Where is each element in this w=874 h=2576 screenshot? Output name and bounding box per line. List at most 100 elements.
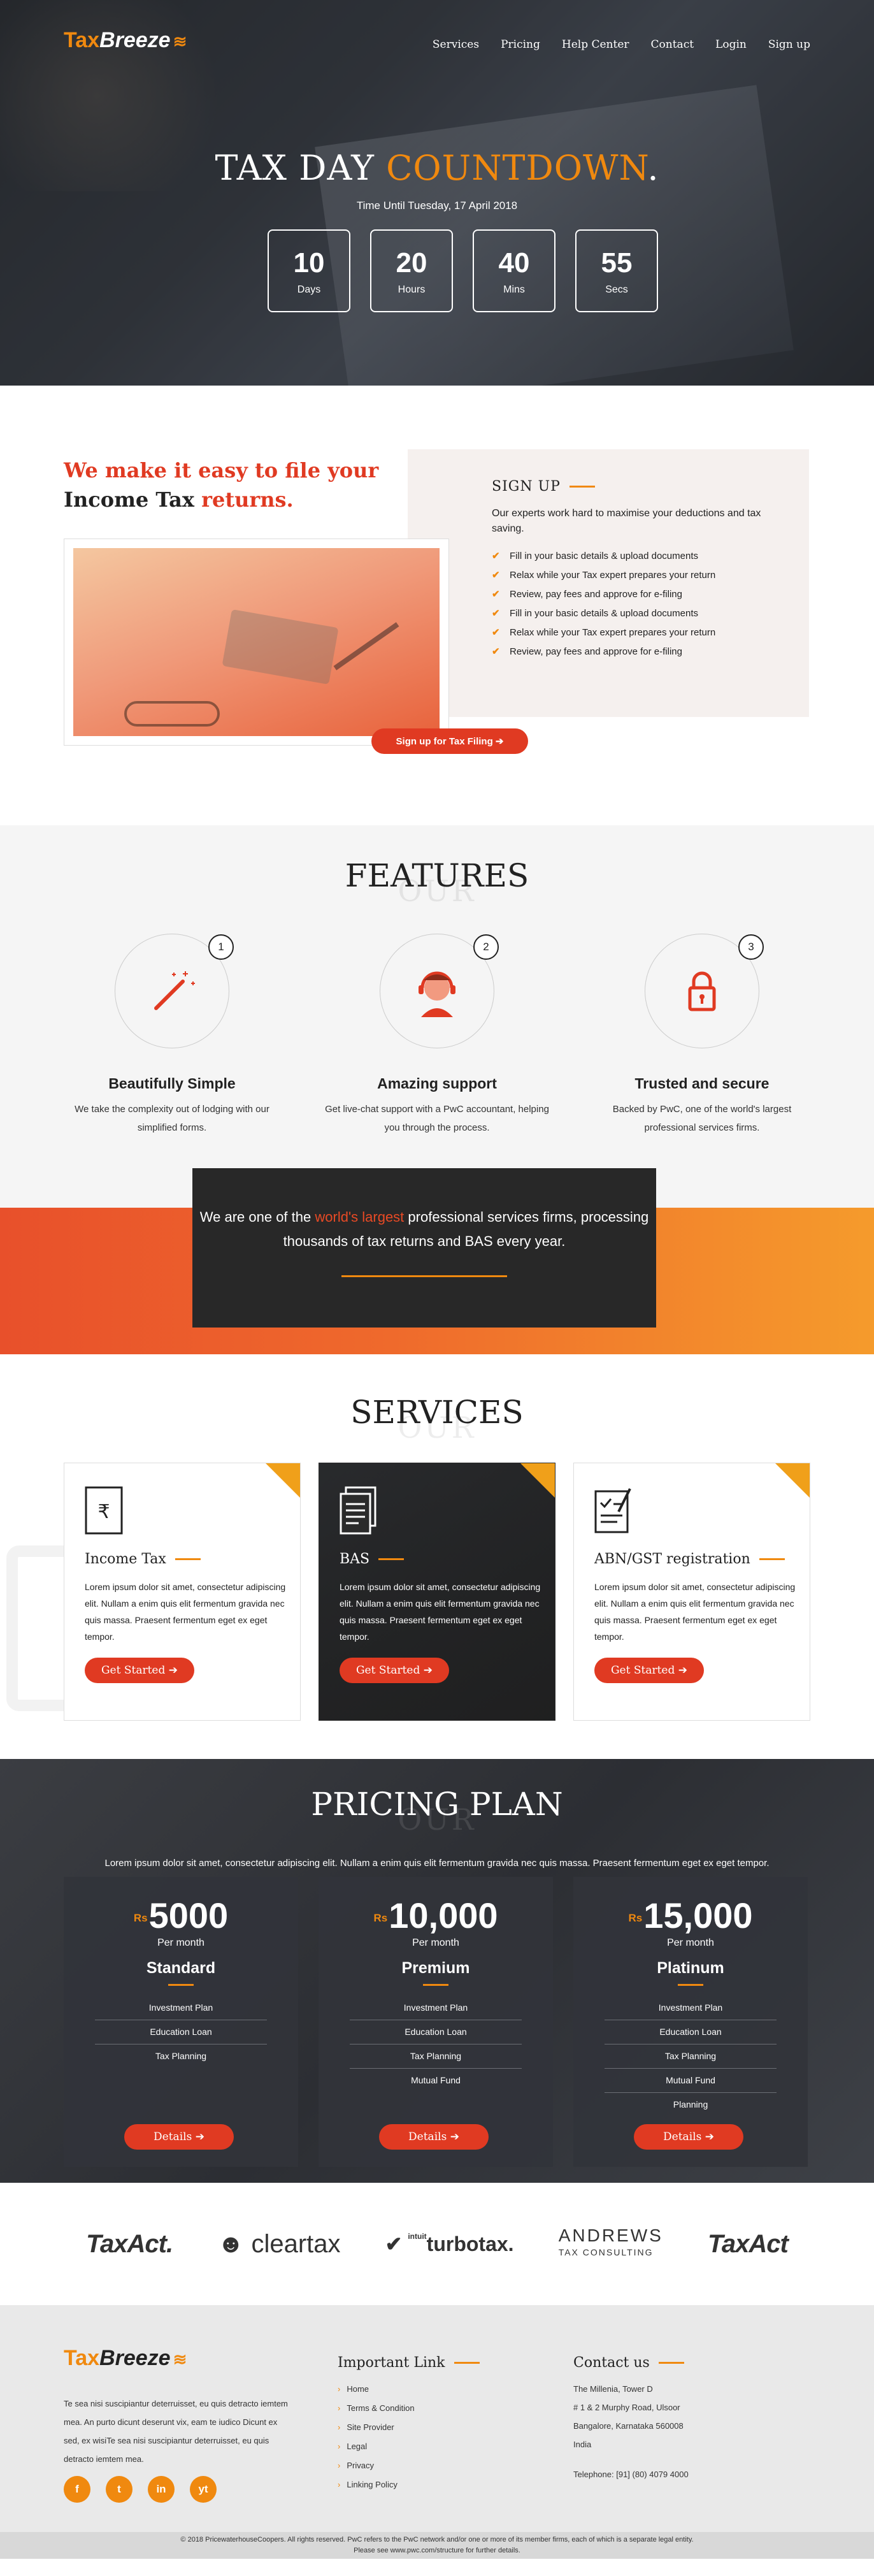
arrow-right-icon: ➔ [423, 1664, 433, 1677]
arrow-right-icon: ➔ [450, 2131, 459, 2143]
signup-title: SIGN UP [492, 479, 809, 495]
svg-text:₹: ₹ [97, 1501, 110, 1523]
get-started-button[interactable]: Get Started ➔ [340, 1658, 449, 1683]
check-icon: ✔ [492, 646, 500, 657]
check-icon: ✔ [492, 627, 500, 638]
stat-box: We are one of the world's largest profes… [192, 1168, 656, 1328]
footer-link-home[interactable]: › Home [338, 2380, 480, 2399]
glasses-image [124, 701, 220, 727]
social-links: f t in yt [64, 2476, 217, 2503]
tax-photo [64, 539, 449, 746]
list-item: ✔ Fill in your basic details & upload doc… [492, 604, 809, 623]
arrow-right-icon: ➔ [705, 2131, 714, 2143]
youtube-icon[interactable]: yt [190, 2476, 217, 2503]
list-item: Education Loan [350, 2020, 522, 2044]
hero-section: TaxBreeze ≋ Services Pricing Help Center … [0, 0, 874, 386]
list-item: ✔ Review, pay fees and approve for e-fili… [492, 642, 809, 662]
list-item: ✔ Fill in your basic details & upload doc… [492, 547, 809, 566]
site-logo[interactable]: TaxBreeze ≋ [64, 28, 187, 53]
plan-standard: Rs5000 Per month Standard Investment Pla… [64, 1877, 298, 2167]
get-started-button[interactable]: Get Started ➔ [594, 1658, 704, 1683]
footer-link-linking-policy[interactable]: › Linking Policy [338, 2475, 480, 2494]
nav-pricing[interactable]: Pricing [501, 38, 540, 51]
nav-services[interactable]: Services [433, 38, 479, 51]
list-item: Tax Planning [155, 2051, 207, 2061]
nav-help-center[interactable]: Help Center [562, 38, 629, 51]
check-icon: ✔ [492, 570, 500, 581]
arrow-right-icon: ➔ [168, 1664, 178, 1677]
support-agent-icon [419, 971, 455, 1017]
countdown-hours: 20 Hours [370, 229, 453, 312]
linkedin-icon[interactable]: in [148, 2476, 175, 2503]
chevron-right-icon: › [338, 2442, 341, 2451]
plan-premium: Rs10,000 Per month Premium Investment Pl… [319, 1877, 553, 2167]
cleartax-mark-icon: ☻ [217, 2229, 245, 2258]
chevron-right-icon: › [338, 2480, 341, 2489]
taxact-logo-2[interactable]: TaxAct [708, 2230, 789, 2259]
footer-logo[interactable]: TaxBreeze ≋ [64, 2346, 187, 2371]
andrews-logo[interactable]: ANDREWS TAX CONSULTING [559, 2227, 663, 2261]
footer: TaxBreeze ≋ Te sea nisi suscipiantur dete… [0, 2305, 874, 2559]
copyright: © 2018 PricewaterhouseCoopers. All right… [0, 2532, 874, 2559]
check-icon: ✔ [492, 608, 500, 619]
arrow-right-icon: ➔ [195, 2131, 204, 2143]
pricing-title: OUR PRICING PLAN [311, 1786, 563, 1837]
checkmark-circle-icon: ✔ [385, 2232, 403, 2255]
countdown-mins: 40 Mins [473, 229, 555, 312]
feature-trusted: 3 Trusted and secure Backed by PwC, one … [587, 934, 817, 1137]
details-button[interactable]: Details ➔ [634, 2124, 743, 2150]
signup-panel: SIGN UP Our experts work hard to maximis… [408, 449, 809, 717]
footer-link-site-provider[interactable]: › Site Provider [338, 2418, 480, 2437]
contact-phone[interactable]: Telephone: [91] (80) 4079 4000 [573, 2465, 689, 2484]
nav-login[interactable]: Login [715, 38, 747, 51]
get-started-button[interactable]: Get Started ➔ [85, 1658, 194, 1683]
feature-simple: 1 Beautifully Simple We take the complex… [57, 934, 287, 1137]
sign-up-tax-filing-button[interactable]: Sign up for Tax Filing ➔ [371, 728, 528, 754]
hero-subtitle: Time Until Tuesday, 17 April 2018 [356, 199, 518, 212]
footer-link-terms[interactable]: › Terms & Condition [338, 2399, 480, 2418]
hero-title: TAX DAY COUNTDOWN. [215, 148, 659, 188]
footer-link-legal[interactable]: › Legal [338, 2437, 480, 2456]
cleartax-logo[interactable]: ☻ cleartax [217, 2230, 340, 2259]
calculator-image [222, 609, 339, 685]
plan-platinum: Rs15,000 Per month Platinum Investment P… [573, 1877, 808, 2167]
list-item: ✔ Relax while your Tax expert prepares yo… [492, 623, 809, 642]
service-card-bas: BAS Lorem ipsum dolor sit amet, consecte… [319, 1463, 555, 1721]
facebook-icon[interactable]: f [64, 2476, 90, 2503]
service-card-abn-gst: ABN/GST registration Lorem ipsum dolor s… [573, 1463, 810, 1721]
magic-wand-icon [154, 971, 195, 1010]
chevron-right-icon: › [338, 2461, 341, 2470]
features-section: OUR FEATURES 1 Beautifully Simple We tak… [0, 825, 874, 1208]
services-title: OUR SERVICES [350, 1394, 524, 1445]
taxact-logo[interactable]: TaxAct. [86, 2230, 173, 2259]
list-item: Planning [673, 2099, 708, 2109]
intro-section: We make it easy to file your Income Tax … [0, 386, 874, 825]
service-card-income-tax: ₹ Income Tax Lorem ipsum dolor sit amet,… [64, 1463, 301, 1721]
intro-headline: We make it easy to file your Income Tax … [64, 458, 379, 512]
list-item: Investment Plan [95, 1996, 267, 2020]
list-item: ✔ Review, pay fees and approve for e-fili… [492, 585, 809, 604]
features-title: OUR FEATURES [345, 857, 529, 908]
details-button[interactable]: Details ➔ [124, 2124, 234, 2150]
pricing-description: Lorem ipsum dolor sit amet, consectetur … [104, 1858, 770, 1869]
chevron-right-icon: › [338, 2384, 341, 2394]
nav-sign-up[interactable]: Sign up [768, 38, 810, 51]
main-nav: Services Pricing Help Center Contact Log… [433, 38, 810, 51]
footer-about: Te sea nisi suscipiantur deterruisset, e… [64, 2399, 288, 2464]
check-icon: ✔ [492, 551, 500, 561]
wind-swirl-icon: ≋ [173, 2350, 187, 2369]
signup-steps: ✔ Fill in your basic details & upload doc… [492, 547, 809, 662]
twitter-icon[interactable]: t [106, 2476, 133, 2503]
nav-contact[interactable]: Contact [651, 38, 694, 51]
chevron-right-icon: › [338, 2422, 341, 2432]
list-item: Investment Plan [350, 1996, 522, 2020]
signup-text: Our experts work hard to maximise your d… [492, 508, 761, 534]
details-button[interactable]: Details ➔ [379, 2124, 489, 2150]
stats-banner: We are one of the world's largest profes… [0, 1168, 874, 1354]
turbotax-logo[interactable]: ✔ intuitturbotax. [385, 2232, 514, 2256]
list-item: Education Loan [605, 2020, 777, 2044]
list-item: Tax Planning [350, 2044, 522, 2069]
countdown: 10 Days 20 Hours 40 Mins 55 Secs [268, 229, 658, 312]
footer-link-privacy[interactable]: › Privacy [338, 2456, 480, 2475]
chevron-right-icon: › [338, 2403, 341, 2413]
